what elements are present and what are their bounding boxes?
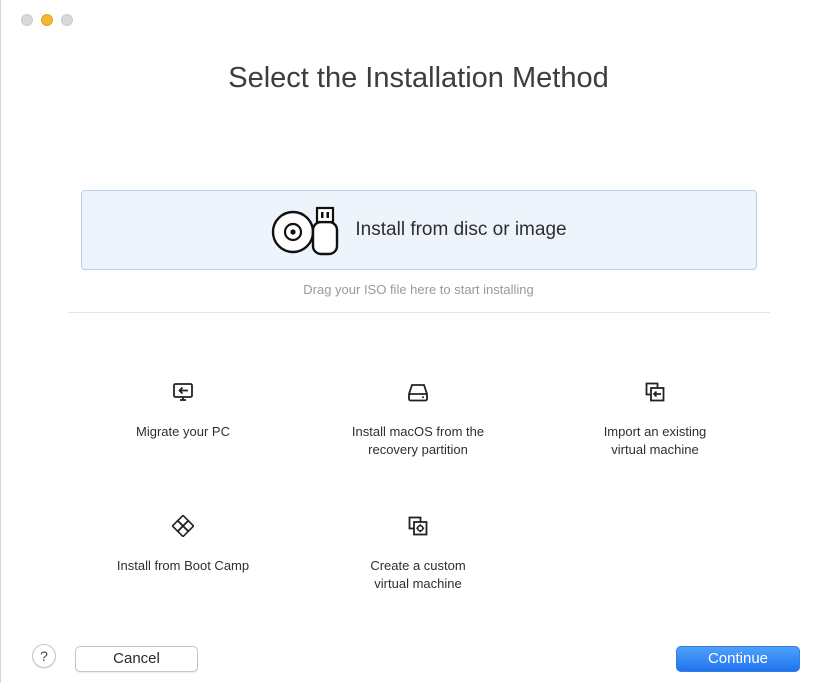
drive-icon (408, 384, 428, 402)
import-vm-icon (645, 382, 665, 402)
minimize-window-button[interactable] (41, 14, 53, 26)
import-vm-option[interactable]: Import an existing virtual machine (555, 381, 755, 459)
install-from-disc-option[interactable]: Install from disc or image (81, 190, 757, 270)
continue-button[interactable]: Continue (676, 646, 800, 672)
install-macos-recovery-option[interactable]: Install macOS from the recovery partitio… (318, 381, 518, 459)
page-title: Select the Installation Method (228, 62, 609, 94)
boot-camp-label: Install from Boot Camp (116, 558, 250, 573)
window-controls (21, 14, 73, 26)
custom-vm-icon (408, 516, 428, 536)
close-window-button[interactable] (21, 14, 33, 26)
custom-vm-label: Create a custom virtual machine (370, 558, 466, 591)
disc-usb-icon (272, 206, 339, 256)
migrate-pc-label: Migrate your PC (136, 424, 230, 439)
migrate-pc-option[interactable]: Migrate your PC (83, 381, 283, 441)
section-divider (68, 312, 770, 313)
cancel-button[interactable]: Cancel (75, 646, 198, 672)
help-button[interactable]: ? (32, 644, 56, 668)
zoom-window-button[interactable] (61, 14, 73, 26)
drag-iso-hint: Drag your ISO file here to start install… (303, 282, 534, 297)
boot-camp-option[interactable]: Install from Boot Camp (83, 515, 283, 575)
install-from-disc-label: Install from disc or image (355, 219, 567, 240)
installer-window: Select the Installation Method Install f… (0, 0, 815, 683)
install-macos-recovery-label: Install macOS from the recovery partitio… (351, 424, 485, 457)
boot-camp-icon (172, 515, 194, 537)
custom-vm-option[interactable]: Create a custom virtual machine (318, 515, 518, 593)
import-vm-label: Import an existing virtual machine (603, 424, 707, 457)
migrate-pc-icon (173, 383, 193, 401)
